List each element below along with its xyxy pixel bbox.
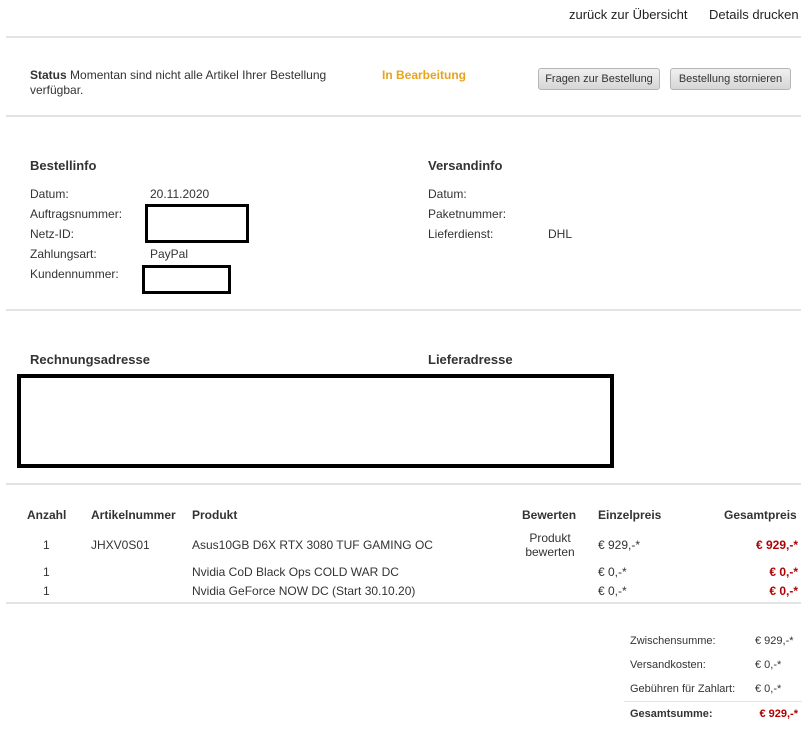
grand-total-label: Gesamtsumme: — [630, 708, 713, 720]
row-unit-price: € 0,-* — [598, 584, 627, 598]
column-header-rate: Bewerten — [522, 508, 577, 522]
row-product: Asus10GB D6X RTX 3080 TUF GAMING OC — [192, 538, 433, 552]
column-header-unit-price: Einzelpreis — [598, 508, 662, 522]
column-header-total-price: Gesamtpreis — [724, 508, 797, 522]
payment-fee-label: Gebühren für Zahlart: — [630, 683, 736, 695]
redaction-box — [17, 374, 614, 468]
row-unit-price: € 929,-* — [598, 538, 641, 552]
delivery-address-title: Lieferadresse — [428, 352, 513, 367]
cancel-order-button[interactable]: Bestellung stornieren — [670, 68, 791, 90]
shipping-cost-label: Versandkosten: — [630, 659, 706, 671]
divider — [6, 115, 801, 117]
order-question-button[interactable]: Fragen zur Bestellung — [538, 68, 660, 90]
row-total-price: € 0,-* — [769, 584, 798, 598]
row-total-price: € 0,-* — [769, 565, 798, 579]
status-message-text: Momentan sind nicht alle Artikel Ihrer B… — [30, 68, 327, 97]
row-total-price: € 929,-* — [755, 538, 798, 552]
order-date-value: 20.11.2020 — [150, 187, 210, 201]
grand-total-value: € 929,-* — [759, 708, 798, 720]
package-number-label: Paketnummer: — [428, 207, 507, 221]
rate-product-link[interactable]: Produkt bewerten — [515, 531, 585, 559]
column-header-article-number: Artikelnummer — [91, 508, 176, 522]
shipping-cost-value: € 0,-* — [755, 659, 782, 671]
order-info-title: Bestellinfo — [30, 158, 97, 173]
row-product: Nvidia CoD Black Ops COLD WAR DC — [192, 565, 399, 579]
column-header-qty: Anzahl — [27, 508, 67, 522]
row-product: Nvidia GeForce NOW DC (Start 30.10.20) — [192, 584, 416, 598]
redaction-box — [142, 265, 231, 294]
payment-method-value: PayPal — [150, 247, 189, 261]
rate-link-line1: Produkt — [529, 531, 571, 545]
row-qty: 1 — [43, 565, 50, 579]
row-unit-price: € 0,-* — [598, 565, 627, 579]
row-qty: 1 — [43, 584, 50, 598]
row-article-number: JHXV0S01 — [91, 538, 150, 552]
row-qty: 1 — [43, 538, 50, 552]
status-label: Status — [30, 68, 67, 82]
carrier-value: DHL — [548, 227, 573, 241]
status-badge: In Bearbeitung — [382, 68, 467, 82]
print-details-link[interactable]: Details drucken — [709, 7, 799, 22]
rate-link-line2: bewerten — [525, 545, 575, 559]
shipping-date-label: Datum: — [428, 187, 467, 201]
subtotal-value: € 929,-* — [755, 635, 794, 647]
order-date-label: Datum: — [30, 187, 69, 201]
net-id-label: Netz-ID: — [30, 227, 75, 241]
customer-number-label: Kundennummer: — [30, 267, 119, 281]
divider — [6, 483, 801, 485]
status-message: Status Momentan sind nicht alle Artikel … — [30, 68, 360, 98]
back-to-overview-link[interactable]: zurück zur Übersicht — [569, 7, 687, 22]
subtotal-label: Zwischensumme: — [630, 635, 716, 647]
payment-method-label: Zahlungsart: — [30, 247, 97, 261]
carrier-label: Lieferdienst: — [428, 227, 494, 241]
summary-divider — [624, 701, 802, 702]
payment-fee-value: € 0,-* — [755, 683, 782, 695]
divider — [6, 309, 801, 311]
divider — [6, 602, 801, 604]
shipping-info-title: Versandinfo — [428, 158, 503, 173]
billing-address-title: Rechnungsadresse — [30, 352, 150, 367]
order-number-label: Auftragsnummer: — [30, 207, 123, 221]
column-header-product: Produkt — [192, 508, 238, 522]
redaction-box — [145, 204, 249, 243]
divider — [6, 36, 801, 38]
